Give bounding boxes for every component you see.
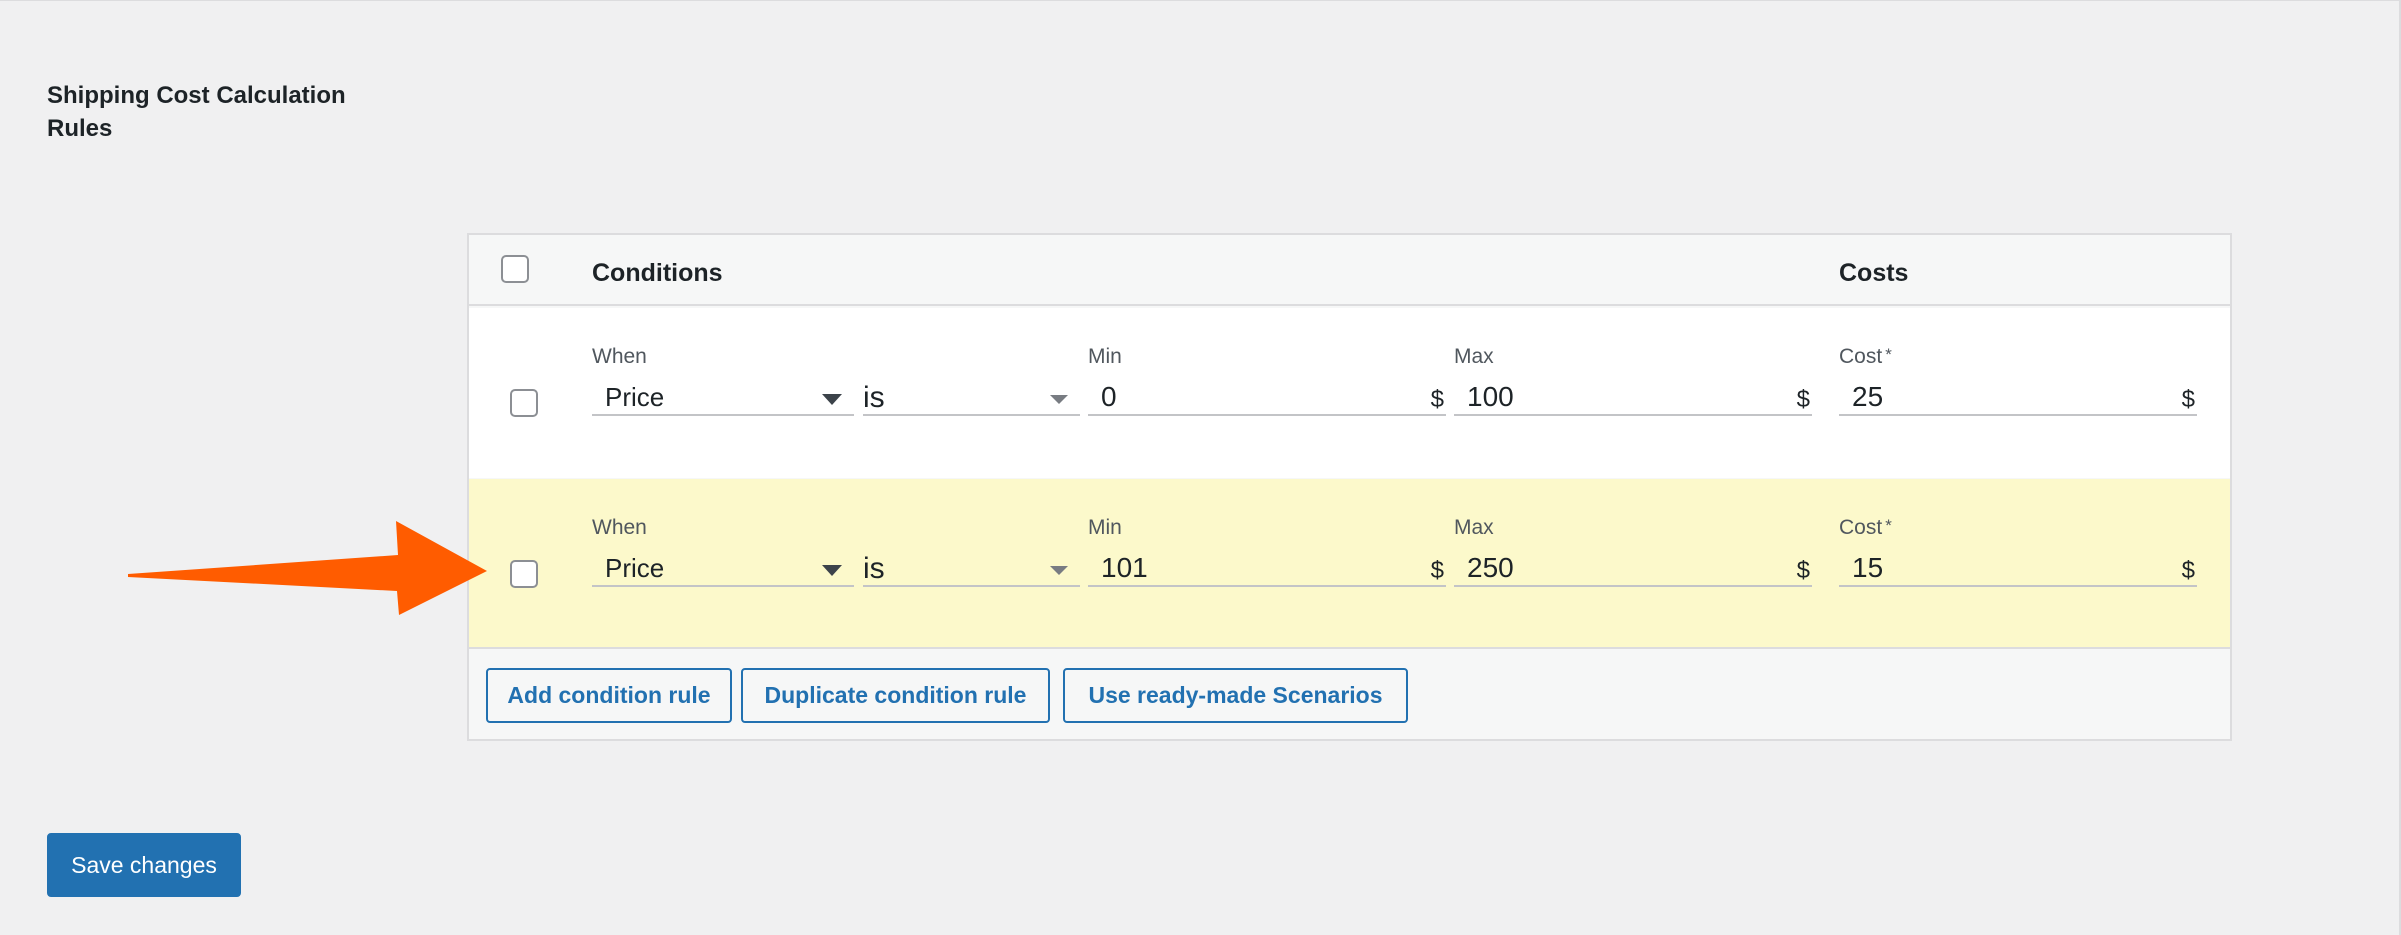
when-select[interactable]: Price	[592, 549, 854, 587]
rules-table: Conditions Costs When Price is Min 0 $ M…	[467, 233, 2232, 741]
min-label: Min	[1088, 345, 1122, 368]
top-border	[0, 0, 2401, 1]
min-value: 0	[1101, 381, 1117, 412]
row-checkbox[interactable]	[510, 389, 538, 417]
currency-symbol: $	[1796, 386, 1810, 413]
required-mark: *	[1885, 345, 1892, 364]
cost-input[interactable]: 25 $	[1839, 378, 2197, 416]
max-input[interactable]: 100 $	[1454, 378, 1812, 416]
operator-value: is	[863, 552, 885, 585]
min-value: 101	[1101, 552, 1148, 583]
cost-label: Cost *	[1839, 516, 1892, 540]
max-value: 100	[1467, 381, 1514, 412]
when-value: Price	[605, 553, 665, 583]
currency-symbol: $	[1796, 557, 1810, 584]
max-input[interactable]: 250 $	[1454, 549, 1812, 587]
table-row: When Price is Min 101 $ Max 250 $ Cost * …	[469, 479, 2230, 649]
chevron-down-icon	[822, 394, 842, 405]
use-scenarios-button[interactable]: Use ready-made Scenarios	[1063, 668, 1408, 723]
cost-label-text: Cost	[1839, 345, 1883, 368]
section-title: Shipping Cost Calculation Rules	[47, 82, 346, 142]
table-actions: Add condition rule Duplicate condition r…	[469, 651, 2230, 739]
max-label: Max	[1454, 516, 1494, 539]
max-value: 250	[1467, 552, 1514, 583]
duplicate-condition-rule-button[interactable]: Duplicate condition rule	[741, 668, 1050, 723]
cost-value: 25	[1852, 381, 1884, 412]
min-label: Min	[1088, 516, 1122, 539]
add-condition-rule-button[interactable]: Add condition rule	[486, 668, 732, 723]
min-input[interactable]: 0 $	[1088, 378, 1446, 416]
when-label: When	[592, 516, 647, 539]
chevron-down-icon	[1050, 395, 1068, 404]
min-input[interactable]: 101 $	[1088, 549, 1446, 587]
chevron-down-icon	[822, 565, 842, 576]
costs-header: Costs	[1839, 259, 1909, 287]
currency-symbol: $	[1430, 386, 1444, 413]
currency-symbol: $	[2181, 557, 2195, 584]
when-value: Price	[605, 382, 665, 412]
when-label: When	[592, 345, 647, 368]
when-select[interactable]: Price	[592, 378, 854, 416]
max-label: Max	[1454, 345, 1494, 368]
cost-label: Cost *	[1839, 345, 1892, 369]
arrow-shape	[128, 521, 487, 615]
select-all-checkbox[interactable]	[501, 255, 529, 283]
operator-select[interactable]: is	[863, 378, 1080, 416]
operator-select[interactable]: is	[863, 549, 1080, 587]
currency-symbol: $	[1430, 557, 1444, 584]
cost-value: 15	[1852, 552, 1884, 583]
table-header: Conditions Costs	[469, 235, 2230, 306]
currency-symbol: $	[2181, 386, 2195, 413]
chevron-down-icon	[1050, 566, 1068, 575]
save-changes-button[interactable]: Save changes	[47, 833, 241, 897]
cost-label-text: Cost	[1839, 516, 1883, 539]
required-mark: *	[1885, 516, 1892, 535]
table-row: When Price is Min 0 $ Max 100 $ Cost * 25…	[469, 308, 2230, 478]
conditions-header: Conditions	[592, 259, 723, 287]
row-checkbox[interactable]	[510, 560, 538, 588]
cost-input[interactable]: 15 $	[1839, 549, 2197, 587]
operator-value: is	[863, 381, 885, 414]
arrow-pointer-icon	[128, 521, 487, 615]
